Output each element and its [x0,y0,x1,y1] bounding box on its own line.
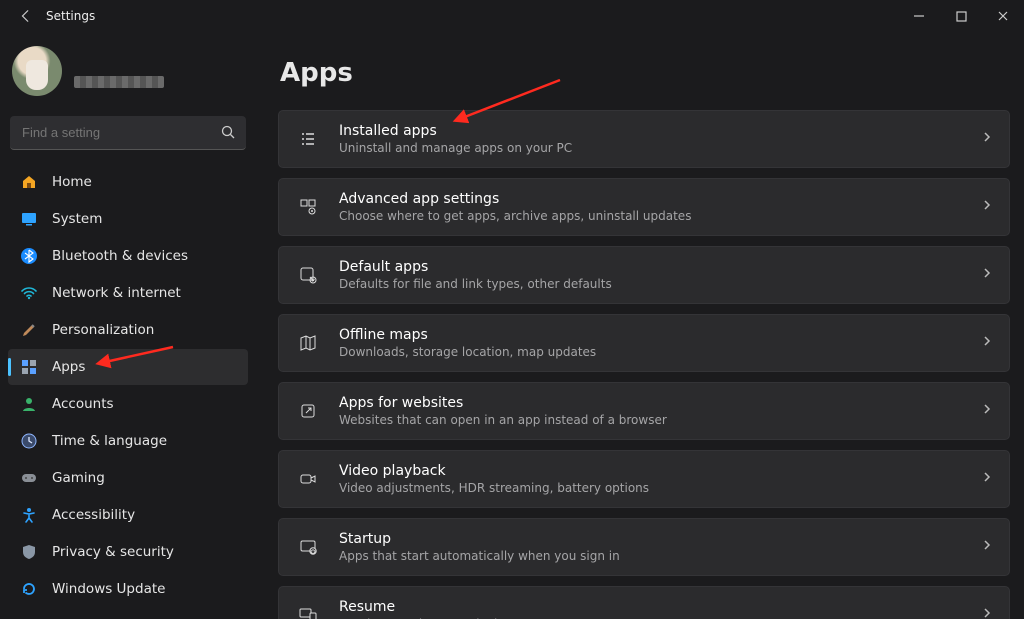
sidebar-item-gaming[interactable]: Gaming [8,460,248,496]
sidebar-item-accounts[interactable]: Accounts [8,386,248,422]
titlebar: Settings [0,0,1024,32]
card-startup[interactable]: Startup Apps that start automatically wh… [278,518,1010,576]
brush-icon [20,321,38,339]
maximize-button[interactable] [940,2,982,30]
devices-icon [295,605,321,619]
sidebar-item-privacy[interactable]: Privacy & security [8,534,248,570]
clock-icon [20,432,38,450]
bluetooth-icon [20,247,38,265]
page-title: Apps [280,58,1010,88]
sidebar-item-personalization[interactable]: Personalization [8,312,248,348]
chevron-right-icon [981,471,993,487]
chevron-right-icon [981,607,993,619]
apps-icon [20,358,38,376]
sidebar-item-apps[interactable]: Apps [8,349,248,385]
sidebar-item-label: Time & language [52,433,167,449]
system-icon [20,210,38,228]
card-title: Startup [339,531,981,547]
back-button[interactable] [12,2,40,30]
card-title: Resume [339,599,981,615]
sidebar-item-home[interactable]: Home [8,164,248,200]
card-title: Default apps [339,259,981,275]
card-subtitle: Uninstall and manage apps on your PC [339,141,981,155]
sidebar: Home System Bluetooth & devices Network … [0,32,256,619]
minimize-button[interactable] [898,2,940,30]
chevron-right-icon [981,335,993,351]
sidebar-item-label: Windows Update [52,581,165,597]
accounts-icon [20,395,38,413]
chevron-right-icon [981,267,993,283]
card-title: Offline maps [339,327,981,343]
card-subtitle: Apps that start automatically when you s… [339,549,981,563]
home-icon [20,173,38,191]
card-resume[interactable]: Resume Continue work across devices [278,586,1010,619]
card-subtitle: Websites that can open in an app instead… [339,413,981,427]
main-content: Apps Installed apps Uninstall and manage… [256,32,1024,619]
avatar [12,46,62,96]
sidebar-item-label: Accounts [52,396,114,412]
card-installed-apps[interactable]: Installed apps Uninstall and manage apps… [278,110,1010,168]
open-external-icon [295,401,321,421]
sidebar-item-label: Home [52,174,92,190]
card-video-playback[interactable]: Video playback Video adjustments, HDR st… [278,450,1010,508]
wifi-icon [20,284,38,302]
close-button[interactable] [982,2,1024,30]
card-title: Installed apps [339,123,981,139]
chevron-right-icon [981,539,993,555]
sidebar-item-bluetooth[interactable]: Bluetooth & devices [8,238,248,274]
sidebar-item-windows-update[interactable]: Windows Update [8,571,248,607]
card-offline-maps[interactable]: Offline maps Downloads, storage location… [278,314,1010,372]
profile-block[interactable] [8,40,248,108]
default-apps-icon [295,265,321,285]
list-icon [295,129,321,149]
card-advanced-app-settings[interactable]: Advanced app settings Choose where to ge… [278,178,1010,236]
sidebar-nav: Home System Bluetooth & devices Network … [8,164,248,607]
sidebar-item-time-language[interactable]: Time & language [8,423,248,459]
chevron-right-icon [981,199,993,215]
sidebar-item-system[interactable]: System [8,201,248,237]
window-title: Settings [46,9,95,23]
card-subtitle: Video adjustments, HDR streaming, batter… [339,481,981,495]
card-title: Apps for websites [339,395,981,411]
chevron-right-icon [981,403,993,419]
sidebar-item-label: Apps [52,359,85,375]
startup-icon [295,537,321,557]
search-input[interactable] [10,116,246,150]
profile-email-redacted [74,76,164,88]
search-icon [220,124,236,144]
profile-name [74,55,164,70]
card-subtitle: Defaults for file and link types, other … [339,277,981,291]
accessibility-icon [20,506,38,524]
sidebar-item-accessibility[interactable]: Accessibility [8,497,248,533]
sidebar-item-label: Personalization [52,322,154,338]
sidebar-item-label: Network & internet [52,285,181,301]
sidebar-item-label: Privacy & security [52,544,174,560]
card-title: Advanced app settings [339,191,981,207]
chevron-right-icon [981,131,993,147]
card-subtitle: Choose where to get apps, archive apps, … [339,209,981,223]
apps-gear-icon [295,197,321,217]
gaming-icon [20,469,38,487]
sidebar-item-label: System [52,211,102,227]
card-title: Video playback [339,463,981,479]
update-icon [20,580,38,598]
card-default-apps[interactable]: Default apps Defaults for file and link … [278,246,1010,304]
video-icon [295,469,321,489]
sidebar-item-label: Gaming [52,470,105,486]
card-apps-for-websites[interactable]: Apps for websites Websites that can open… [278,382,1010,440]
search-box[interactable] [10,116,246,150]
map-icon [295,333,321,353]
sidebar-item-label: Accessibility [52,507,135,523]
sidebar-item-label: Bluetooth & devices [52,248,188,264]
sidebar-item-network[interactable]: Network & internet [8,275,248,311]
shield-icon [20,543,38,561]
card-subtitle: Downloads, storage location, map updates [339,345,981,359]
